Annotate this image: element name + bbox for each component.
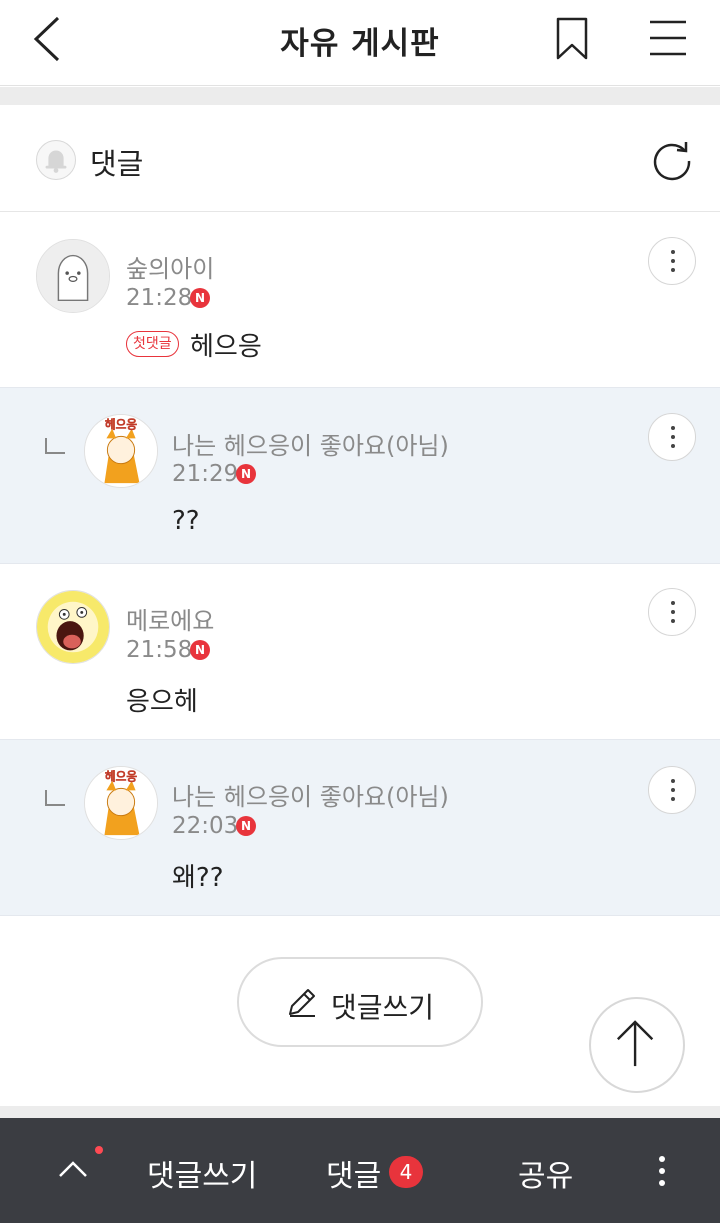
- comment-author[interactable]: 나는 헤으응이 좋아요(아님): [172, 777, 449, 812]
- comment-item: 메로에요 21:58 N 응으헤: [0, 564, 720, 740]
- comment-text: 헤으응: [190, 332, 262, 362]
- bell-icon[interactable]: [36, 140, 76, 180]
- write-comment-label: 댓글쓰기: [331, 991, 435, 1024]
- bookmark-icon[interactable]: [554, 16, 590, 62]
- comment-time: 21:29: [172, 461, 239, 487]
- comment-text: 응으헤: [126, 687, 198, 717]
- page-title: 자유 게시판: [280, 26, 440, 62]
- comment-author[interactable]: 메로에요: [126, 601, 214, 636]
- top-app-bar: 자유 게시판: [0, 0, 720, 86]
- comment-time: 21:28: [126, 285, 193, 311]
- scroll-to-top-button[interactable]: [589, 997, 685, 1093]
- comment-count-badge: 4: [389, 1156, 423, 1188]
- share-button[interactable]: 공유: [518, 1151, 573, 1195]
- reply-indicator-icon: [45, 790, 65, 806]
- refresh-icon[interactable]: [650, 139, 694, 183]
- section-divider: [0, 1106, 720, 1118]
- comment-text: ??: [172, 506, 200, 536]
- chevron-up-icon[interactable]: [56, 1152, 90, 1186]
- more-vertical-icon[interactable]: [652, 1154, 672, 1188]
- avatar-text: 헤으응: [105, 770, 137, 784]
- reply-item: 헤으응 나는 헤으응이 좋아요(아님) 22:03 N 왜??: [0, 740, 720, 916]
- first-comment-tag: 첫댓글: [126, 331, 179, 357]
- comment-author[interactable]: 나는 헤으응이 좋아요(아님): [172, 426, 449, 461]
- avatar[interactable]: [36, 590, 110, 664]
- comments-label: 댓글: [90, 147, 144, 181]
- comment-item: 숲의아이 21:28 N 첫댓글 헤으응: [0, 213, 720, 388]
- new-badge: N: [190, 288, 210, 308]
- bottom-action-bar: 댓글쓰기 댓글 4 공유: [0, 1118, 720, 1223]
- bottom-write-comment-button[interactable]: 댓글쓰기: [147, 1151, 257, 1195]
- avatar-text: 헤으응: [105, 418, 137, 432]
- avatar[interactable]: 헤으응: [84, 414, 158, 488]
- arrow-up-icon: [616, 1020, 654, 1067]
- comment-text: 왜??: [172, 863, 224, 893]
- avatar[interactable]: [36, 239, 110, 313]
- section-divider: [0, 87, 720, 105]
- comment-time: 22:03: [172, 813, 239, 839]
- notification-dot: [95, 1146, 103, 1154]
- comments-header: 댓글: [0, 105, 720, 212]
- new-badge: N: [190, 640, 210, 660]
- new-badge: N: [236, 816, 256, 836]
- comment-time: 21:58: [126, 637, 193, 663]
- new-badge: N: [236, 464, 256, 484]
- more-options-button[interactable]: [648, 413, 696, 461]
- reply-item: 헤으응 나는 헤으응이 좋아요(아님) 21:29 N ??: [0, 388, 720, 564]
- avatar[interactable]: 헤으응: [84, 766, 158, 840]
- more-options-button[interactable]: [648, 588, 696, 636]
- more-options-button[interactable]: [648, 766, 696, 814]
- write-comment-button[interactable]: 댓글쓰기: [237, 957, 483, 1047]
- comment-author[interactable]: 숲의아이: [126, 249, 214, 284]
- more-options-button[interactable]: [648, 237, 696, 285]
- pencil-icon: [289, 989, 315, 1017]
- reply-indicator-icon: [45, 438, 65, 454]
- bottom-comments-button[interactable]: 댓글: [326, 1151, 381, 1195]
- hamburger-menu-icon[interactable]: [646, 18, 690, 58]
